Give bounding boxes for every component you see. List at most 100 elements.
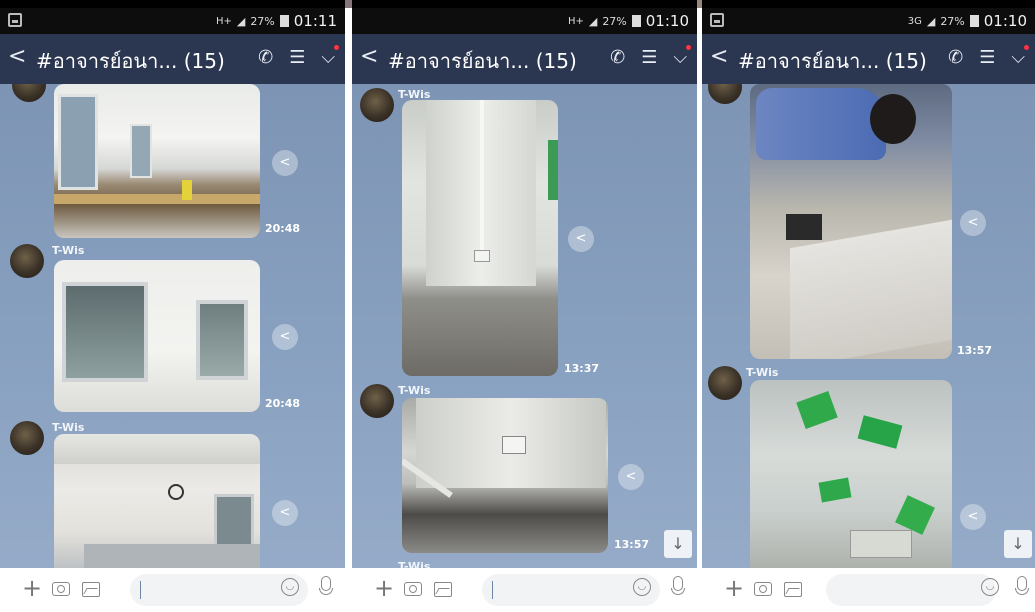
sender-name: T-Wis	[398, 384, 431, 397]
conduit-shape	[480, 100, 484, 250]
plus-icon[interactable]: +	[724, 574, 744, 602]
battery-icon	[631, 15, 641, 27]
phone-icon[interactable]: ✆	[258, 47, 273, 68]
image-icon[interactable]	[784, 582, 802, 597]
avatar[interactable]	[360, 88, 394, 122]
cabinet-shape	[790, 219, 952, 359]
share-icon[interactable]: <	[960, 210, 986, 236]
battery-icon	[279, 15, 289, 27]
battery-icon	[969, 15, 979, 27]
chevron-left-icon[interactable]: <	[360, 44, 378, 69]
chevron-left-icon[interactable]: <	[710, 44, 728, 69]
chat-title[interactable]: #อาจารย์อนา... (15)	[738, 45, 927, 77]
sink-shape	[84, 544, 260, 568]
message-input-bar: + ◡	[702, 568, 1035, 612]
photo-message[interactable]	[54, 84, 260, 238]
emoji-icon[interactable]: ◡	[981, 578, 999, 596]
network-type: 3G	[907, 15, 922, 27]
signal-icon: ◢	[236, 14, 246, 28]
chat-area[interactable]: < 13:57 T-Wis < ↓	[702, 84, 1035, 568]
status-bar: 3G ◢ 27% 01:10	[702, 8, 1035, 34]
chevron-down-icon[interactable]: ⌵	[673, 45, 691, 68]
photo-message[interactable]	[402, 100, 558, 376]
plus-icon[interactable]: +	[374, 574, 394, 602]
arrow-down-icon[interactable]: ↓	[1004, 530, 1032, 558]
chevron-down-icon[interactable]: ⌵	[321, 45, 339, 68]
photo-message[interactable]	[750, 84, 952, 359]
message-time: 20:48	[265, 222, 301, 235]
notes-icon[interactable]: ☰	[979, 47, 995, 68]
clock: 01:10	[983, 12, 1027, 30]
avatar[interactable]	[708, 366, 742, 400]
message-time: 13:57	[614, 538, 650, 551]
unread-dot	[334, 45, 339, 50]
chat-area[interactable]: < 20:48 T-Wis < 20:48 T-Wis <	[0, 84, 345, 568]
outlet-shape	[474, 250, 490, 262]
share-icon[interactable]: <	[272, 324, 298, 350]
share-icon[interactable]: <	[568, 226, 594, 252]
window-shape	[130, 124, 152, 178]
arrow-down-icon[interactable]: ↓	[664, 530, 692, 558]
message-time: 20:48	[265, 397, 301, 410]
unread-dot	[1024, 45, 1029, 50]
photo-message[interactable]	[750, 380, 952, 568]
unread-dot	[686, 45, 691, 50]
phone-icon[interactable]: ✆	[610, 47, 625, 68]
avatar[interactable]	[10, 421, 44, 455]
meter-shape	[786, 214, 822, 240]
chat-panel-3: 3G ◢ 27% 01:10 < #อาจารย์อนา... (15) ✆ ☰…	[702, 0, 1035, 612]
notes-icon[interactable]: ☰	[289, 47, 305, 68]
message-time: 13:57	[957, 344, 993, 357]
camera-icon[interactable]	[52, 582, 70, 596]
camera-icon[interactable]	[754, 582, 772, 596]
clock: 01:11	[293, 12, 337, 30]
microphone-icon[interactable]	[319, 576, 333, 595]
bin-shape	[182, 180, 192, 200]
chat-panel-2: H+ ◢ 27% 01:10 < #อาจารย์อนา... (15) ✆ ☰…	[352, 0, 697, 612]
message-input[interactable]	[826, 574, 996, 606]
photo-message[interactable]	[402, 398, 608, 553]
avatar[interactable]	[708, 84, 742, 104]
ceiling-shape	[54, 434, 260, 464]
avatar[interactable]	[12, 84, 46, 102]
sender-name: T-Wis	[52, 244, 85, 257]
share-icon[interactable]: <	[272, 150, 298, 176]
emoji-icon[interactable]: ◡	[633, 578, 651, 596]
green-part-shape	[796, 391, 838, 429]
plus-icon[interactable]: +	[22, 574, 42, 602]
phone-icon[interactable]: ✆	[948, 47, 963, 68]
chat-title[interactable]: #อาจารย์อนา... (15)	[388, 45, 577, 77]
photo-message[interactable]	[54, 260, 260, 412]
notification-icon	[8, 13, 22, 27]
battery-level: 27%	[250, 14, 275, 28]
microphone-icon[interactable]	[1015, 576, 1029, 595]
head-shape	[870, 94, 916, 144]
emoji-icon[interactable]: ◡	[281, 578, 299, 596]
image-icon[interactable]	[434, 582, 452, 597]
avatar[interactable]	[360, 384, 394, 418]
chat-area[interactable]: T-Wis < 13:37 T-Wis < 13:57 ↓ T-Wis	[352, 84, 697, 568]
chat-header: < #อาจารย์อนา... (15) ✆ ☰ ⌵	[0, 34, 345, 84]
window-shape	[196, 300, 248, 380]
camera-icon[interactable]	[404, 582, 422, 596]
notes-icon[interactable]: ☰	[641, 47, 657, 68]
chat-title[interactable]: #อาจารย์อนา... (15)	[36, 45, 225, 77]
text-caret	[140, 581, 141, 599]
sender-name: T-Wis	[746, 366, 779, 379]
chat-header: < #อาจารย์อนา... (15) ✆ ☰ ⌵	[702, 34, 1035, 84]
avatar[interactable]	[10, 244, 44, 278]
network-type: H+	[215, 15, 232, 27]
chevron-down-icon[interactable]: ⌵	[1011, 45, 1029, 68]
chat-header: < #อาจารย์อนา... (15) ✆ ☰ ⌵	[352, 34, 697, 84]
share-icon[interactable]: <	[618, 464, 644, 490]
status-bar: H+ ◢ 27% 01:10	[352, 8, 697, 34]
photo-message[interactable]	[54, 434, 260, 568]
chevron-left-icon[interactable]: <	[8, 44, 26, 69]
battery-level: 27%	[940, 14, 965, 28]
person-shape	[756, 88, 886, 160]
battery-level: 27%	[602, 14, 627, 28]
share-icon[interactable]: <	[960, 504, 986, 530]
share-icon[interactable]: <	[272, 500, 298, 526]
microphone-icon[interactable]	[671, 576, 685, 595]
image-icon[interactable]	[82, 582, 100, 597]
